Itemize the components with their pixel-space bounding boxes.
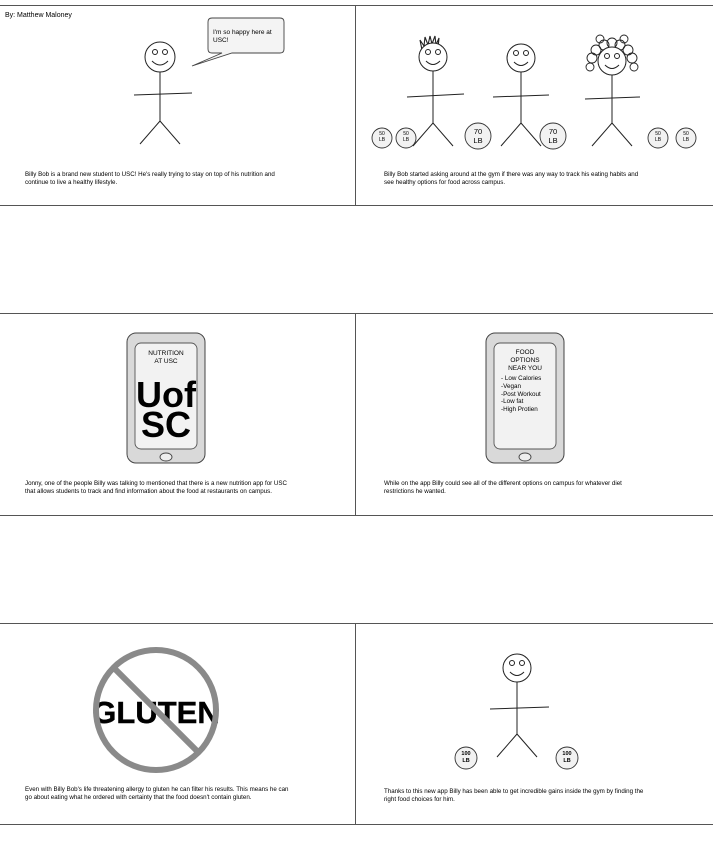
weight-label: 70 LB (548, 127, 558, 145)
panel-6: 100 LB 100 LB Thanks to this new app Bil… (356, 623, 713, 824)
row3-bottom-border (0, 824, 713, 825)
row2-bottom-border (0, 515, 713, 516)
diet-options-list: - Low Calories -Vegan -Post Workout -Low… (501, 375, 542, 414)
weight-label: 50 LB (654, 131, 662, 143)
panel-2: 50 LB 50 LB 70 LB 70 LB 50 LB 50 LB Bill… (356, 5, 713, 205)
panel-1-caption: Billy Bob is a brand new student to USC!… (25, 171, 275, 186)
weight-label: 50 LB (402, 131, 410, 143)
usc-logo-line2: SC (140, 404, 191, 445)
app-title: FOOD OPTIONS NEAR YOU (508, 349, 542, 372)
panel-4: FOOD OPTIONS NEAR YOU - Low Calories -Ve… (356, 313, 713, 515)
weight-label: 50 LB (378, 131, 386, 143)
row1-bottom-border (0, 205, 713, 206)
weight-label: 70 LB (473, 127, 483, 145)
panel-4-caption: While on the app Billy could see all of … (384, 480, 622, 495)
weight-label: 50 LB (682, 131, 690, 143)
weight-label: 100 LB (562, 751, 572, 764)
panel-1: I'm so happy here at USC! Billy Bob is a… (0, 5, 355, 205)
panel-6-caption: Thanks to this new app Billy has been ab… (384, 788, 644, 803)
panel-3-caption: Jonny, one of the people Billy was talki… (25, 480, 287, 495)
weight-label: 100 LB (461, 751, 471, 764)
panel-5-caption: Even with Billy Bob's life threatening a… (25, 786, 289, 801)
app-title: NUTRITION AT USC (148, 350, 184, 365)
speech-text: I'm so happy here at USC! (213, 29, 272, 44)
panel-5: GLUTEN Even with Billy Bob's life threat… (0, 623, 355, 824)
panel-3: NUTRITION AT USC Uof SC Jonny, one of th… (0, 313, 355, 515)
panel-2-caption: Billy Bob started asking around at the g… (384, 171, 639, 186)
